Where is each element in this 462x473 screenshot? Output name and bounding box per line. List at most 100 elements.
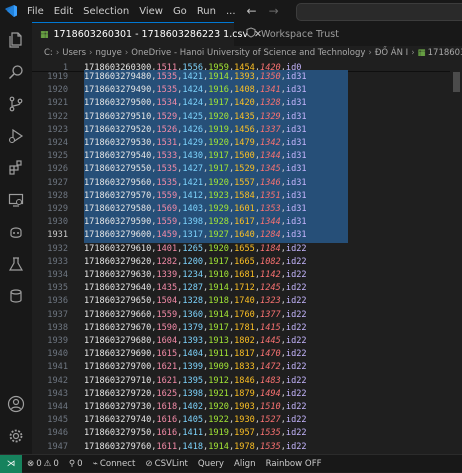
remote-explorer-icon[interactable] xyxy=(6,190,26,210)
csv-cell: 1402 xyxy=(182,402,204,412)
csv-cell: id22 xyxy=(285,428,307,439)
chevron-right-icon: › xyxy=(124,48,129,58)
search-icon[interactable] xyxy=(6,62,26,82)
back-arrow-icon[interactable]: ← xyxy=(241,4,263,18)
menu-file[interactable]: File xyxy=(22,6,49,17)
copilot-icon[interactable] xyxy=(6,222,26,242)
csv-cell: 1928 xyxy=(208,217,229,228)
csv-cell: 1718603279710 xyxy=(84,375,152,386)
explorer-icon[interactable] xyxy=(6,30,26,50)
csv-cell: 1718603279540 xyxy=(84,151,152,162)
breadcrumb-item[interactable]: C: xyxy=(44,48,53,58)
breadcrumb-item[interactable]: OneDrive - Hanoi University of Science a… xyxy=(131,48,365,58)
csv-cell: 1265 xyxy=(182,243,204,254)
csv-cell: 1411 xyxy=(182,428,204,439)
csv-cell: 1718603279680 xyxy=(84,336,152,346)
csv-cell: 1559 xyxy=(156,217,178,228)
csv-cell: 1718603279640 xyxy=(84,283,152,294)
menu-selection[interactable]: Selection xyxy=(78,6,134,17)
source-control-icon[interactable] xyxy=(6,94,26,114)
csv-cell: 1559 xyxy=(156,190,178,201)
csv-cell: 1535 xyxy=(156,164,178,175)
csv-cell: 1424 xyxy=(182,85,204,96)
tab-csv-file[interactable]: ▦ 1718603260301 - 1718603286223 1.csv ✕ xyxy=(32,22,262,46)
ports-count: 0 xyxy=(77,458,83,469)
csv-cell: 1483 xyxy=(260,375,281,386)
csv-cell: 1346 xyxy=(260,177,281,188)
forward-arrow-icon[interactable]: → xyxy=(263,4,285,18)
query-button[interactable]: Query xyxy=(193,459,229,469)
menu-run[interactable]: Run xyxy=(192,6,221,17)
csv-cell: 1425 xyxy=(182,111,204,122)
csv-cell: id22 xyxy=(285,349,307,360)
run-debug-icon[interactable] xyxy=(6,126,26,146)
csv-cell: 1760 xyxy=(234,309,255,320)
menu-view[interactable]: View xyxy=(134,6,168,17)
csv-cell: id31 xyxy=(285,230,307,241)
scrollbar-thumb[interactable] xyxy=(453,72,460,92)
csv-cell: 1424 xyxy=(182,98,204,109)
csv-cell: 1421 xyxy=(182,177,204,188)
breadcrumb-item[interactable]: Users xyxy=(62,48,86,58)
menu-edit[interactable]: Edit xyxy=(49,6,78,17)
csv-cell: 1917 xyxy=(208,256,229,267)
csv-cell: id22 xyxy=(285,270,307,280)
csv-cell: 1921 xyxy=(208,388,229,399)
extensions-icon[interactable] xyxy=(6,158,26,178)
menu-more[interactable]: ... xyxy=(221,6,241,17)
csv-cell: 1350 xyxy=(260,72,281,82)
breadcrumb-item[interactable]: 17186032 xyxy=(428,48,462,58)
csv-cell: 1930 xyxy=(234,415,255,426)
ports-status[interactable]: ⚲ 0 xyxy=(64,459,88,469)
csv-cell: 1377 xyxy=(260,309,281,320)
rainbow-toggle[interactable]: Rainbow OFF xyxy=(261,459,327,469)
csv-cell: 1718603279690 xyxy=(84,349,152,360)
editor-area[interactable]: 1 1718603260300,1511,1556,1959,1454,1420,… xyxy=(32,60,462,454)
testing-icon[interactable] xyxy=(6,254,26,274)
csv-cell: 1740 xyxy=(234,296,255,307)
breadcrumb-item[interactable]: ĐỒ ÁN I xyxy=(375,48,408,58)
csvlint-button[interactable]: ⊘ CSVLint xyxy=(140,459,193,469)
csv-cell: 1328 xyxy=(182,296,204,307)
csv-cell: 1718603279740 xyxy=(84,415,152,426)
csv-cell: id31 xyxy=(285,85,307,96)
code-line[interactable]: 1947 1718603279760,1611,1418,1914,1978,15… xyxy=(32,440,462,454)
csv-cell: 1404 xyxy=(182,349,204,360)
csv-cell: 1459 xyxy=(156,230,178,241)
csv-cell: 1234 xyxy=(182,270,204,280)
editor-scrollbar[interactable] xyxy=(450,60,462,454)
csv-cell: 1914 xyxy=(208,309,229,320)
connect-button[interactable]: ⌁ Connect xyxy=(88,459,141,469)
csv-cell: 1415 xyxy=(260,322,281,333)
csv-cell: 1344 xyxy=(260,217,281,228)
csv-cell: 1718603279660 xyxy=(84,309,152,320)
command-center-search[interactable] xyxy=(296,3,462,21)
align-button[interactable]: Align xyxy=(229,459,261,469)
problems-status[interactable]: ⊗ 0 ⚠ 0 xyxy=(22,459,64,469)
csv-file-icon: ▦ xyxy=(40,29,49,40)
remote-indicator-icon[interactable]: ⋊ xyxy=(0,454,22,473)
csv-cell: 1919 xyxy=(208,124,229,135)
tab-label: 1718603260301 - 1718603286223 1.csv xyxy=(53,29,249,40)
breadcrumb-item[interactable]: nguye xyxy=(95,48,121,58)
csv-cell: 1142 xyxy=(260,270,281,280)
csv-cell: 1337 xyxy=(260,124,281,135)
settings-gear-icon[interactable] xyxy=(6,426,26,446)
csv-cell: 1317 xyxy=(182,230,204,241)
menu-go[interactable]: Go xyxy=(168,6,192,17)
csv-cell: id22 xyxy=(285,256,307,267)
tab-workspace-trust[interactable]: Workspace Trust xyxy=(238,22,462,46)
csv-cell: id22 xyxy=(285,415,307,426)
csv-cell: 1360 xyxy=(182,309,204,320)
csv-cell: id22 xyxy=(285,362,307,373)
csv-cell: 1472 xyxy=(260,362,281,373)
csv-cell: id31 xyxy=(285,151,307,162)
csv-cell: 1621 xyxy=(156,375,178,386)
csv-cell: 1418 xyxy=(182,441,204,452)
csv-cell: 1430 xyxy=(182,151,204,162)
csv-cell: 1718603279560 xyxy=(84,177,152,188)
database-icon[interactable] xyxy=(6,286,26,306)
csv-cell: 1527 xyxy=(260,415,281,426)
account-icon[interactable] xyxy=(6,394,26,414)
vscode-logo-icon[interactable] xyxy=(0,0,22,22)
